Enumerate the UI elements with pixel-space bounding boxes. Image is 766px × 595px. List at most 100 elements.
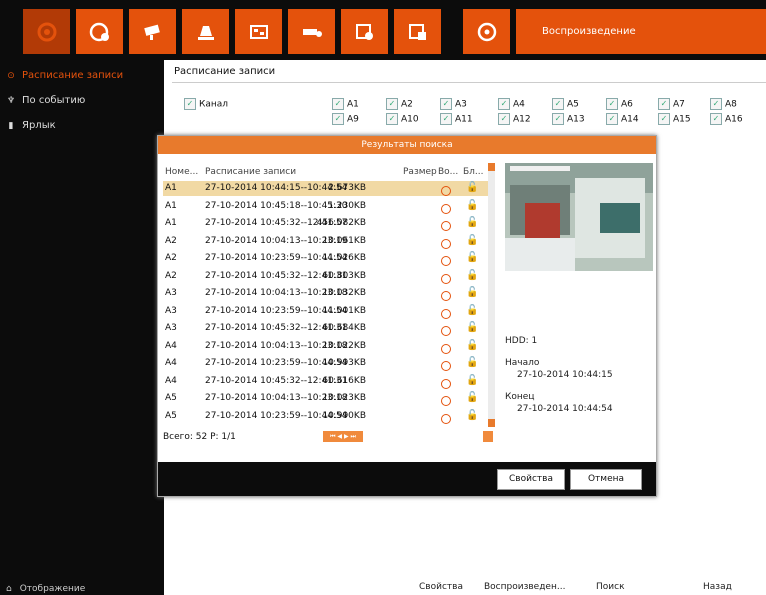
lock-icon[interactable]: 🔓	[466, 375, 478, 386]
col-number[interactable]: Номе...	[165, 167, 198, 177]
channel-checkbox[interactable]: ✓ A8	[710, 98, 737, 110]
col-schedule[interactable]: Расписание записи	[205, 167, 296, 177]
channel-all-checkbox[interactable]: ✓ Канал	[184, 98, 228, 110]
channel-checkbox[interactable]: ✓ A7	[658, 98, 685, 110]
cancel-button[interactable]: Отмена	[570, 469, 642, 490]
channel-checkbox[interactable]: ✓ A16	[710, 113, 743, 125]
row-channel: A1	[165, 183, 177, 193]
channel-label: A1	[347, 99, 359, 110]
network-icon[interactable]	[235, 9, 282, 54]
lock-icon[interactable]: 🔓	[466, 182, 478, 193]
channel-checkbox[interactable]: ✓ A12	[498, 113, 531, 125]
camera-icon[interactable]	[129, 9, 176, 54]
channel-label: A3	[455, 99, 467, 110]
channel-checkbox[interactable]: ✓ A15	[658, 113, 691, 125]
row-channel: A4	[165, 358, 177, 368]
table-row[interactable]: A4 27-10-2014 10:45:32--12:41:31 60.616KB 🔓	[163, 374, 488, 389]
table-row[interactable]: A5 27-10-2014 10:04:13--10:23:18 10.023KB 🔓	[163, 391, 488, 406]
sidebar-item-tag[interactable]: ▮ Ярлык	[6, 120, 56, 131]
check-icon: ✓	[606, 113, 618, 125]
playback-icon[interactable]	[23, 9, 70, 54]
row-size: 11.001KB	[322, 305, 366, 316]
row-channel: A3	[165, 323, 177, 333]
lock-icon[interactable]: 🔓	[466, 252, 478, 263]
lock-icon[interactable]: 🔓	[466, 270, 478, 281]
table-row[interactable]: A1 27-10-2014 10:45:18--10:45:30 1.230KB 🔓	[163, 199, 488, 214]
playback-link[interactable]: Воспроизведен...	[484, 582, 565, 592]
end-value: 27-10-2014 10:44:54	[517, 404, 613, 414]
lock-icon[interactable]: 🔓	[466, 410, 478, 421]
channel-checkbox[interactable]: ✓ A2	[386, 98, 413, 110]
channel-label: A9	[347, 114, 359, 125]
channel-label: A2	[401, 99, 413, 110]
col-lock[interactable]: Бл...	[463, 167, 484, 177]
check-icon: ✓	[606, 98, 618, 110]
search-link[interactable]: Поиск	[596, 582, 625, 592]
settings-icon[interactable]	[341, 9, 388, 54]
row-size: 10.023KB	[322, 393, 366, 403]
lock-icon[interactable]: 🔓	[466, 305, 478, 316]
channel-checkbox[interactable]: ✓ A9	[332, 113, 359, 125]
top-toolbar: Воспроизведение	[0, 0, 766, 60]
table-row[interactable]: A3 27-10-2014 10:04:13--10:23:18 10.032KB 🔓	[163, 286, 488, 301]
channel-checkbox[interactable]: ✓ A10	[386, 113, 419, 125]
sidebar-display-link[interactable]: ⌂ Отображение	[6, 584, 85, 594]
row-size: 10.061KB	[322, 235, 366, 246]
sidebar-item-schedule[interactable]: ⊙ Расписание записи	[6, 70, 123, 81]
table-row[interactable]: A1 27-10-2014 10:45:32--12:41:57 456.082KB…	[163, 216, 488, 231]
sidebar-item-event[interactable]: ♆ По событию	[6, 95, 85, 106]
check-icon: ✓	[332, 113, 344, 125]
table-row[interactable]: A3 27-10-2014 10:45:32--12:41:31 60.684KB 🔓	[163, 321, 488, 336]
pager-controls[interactable]: ⏮ ◀ ▶ ⏭	[323, 431, 363, 442]
table-row[interactable]: A4 27-10-2014 10:04:13--10:23:18 10.022KB 🔓	[163, 339, 488, 354]
display-icon[interactable]	[76, 9, 123, 54]
lock-icon[interactable]: 🔓	[466, 357, 478, 368]
hdd-icon[interactable]	[288, 9, 335, 54]
row-size: 60.616KB	[322, 375, 366, 386]
table-row[interactable]: A3 27-10-2014 10:23:59--10:44:54 11.001KB 🔓	[163, 304, 488, 319]
lock-icon[interactable]: 🔓	[466, 235, 478, 246]
scroll-down-icon[interactable]	[488, 419, 495, 427]
end-label: Конец	[505, 392, 535, 402]
col-play[interactable]: Во...	[438, 167, 458, 177]
table-row[interactable]: A1 27-10-2014 10:44:15--10:44:54 2.673KB 🔓	[163, 181, 488, 196]
properties-link[interactable]: Свойства	[419, 582, 463, 592]
check-icon: ✓	[184, 98, 196, 110]
channel-checkbox[interactable]: ✓ A3	[440, 98, 467, 110]
col-size[interactable]: Размер	[403, 167, 437, 177]
channel-checkbox[interactable]: ✓ A13	[552, 113, 585, 125]
lock-icon[interactable]: 🔓	[466, 200, 478, 211]
alarm-icon[interactable]	[182, 9, 229, 54]
channel-label: A15	[673, 114, 691, 125]
channel-checkbox[interactable]: ✓ A6	[606, 98, 633, 110]
lock-icon[interactable]: 🔓	[466, 217, 478, 228]
table-row[interactable]: A2 27-10-2014 10:04:13--10:23:19 10.061KB 🔓	[163, 234, 488, 249]
channel-checkbox[interactable]: ✓ A11	[440, 113, 473, 125]
channel-label: Канал	[199, 99, 229, 110]
check-icon: ✓	[386, 98, 398, 110]
system-icon[interactable]	[394, 9, 441, 54]
table-row[interactable]: A2 27-10-2014 10:45:32--12:41:31 60.803KB 🔓	[163, 269, 488, 284]
go-page-button[interactable]	[483, 431, 493, 442]
channel-label: A13	[567, 114, 585, 125]
table-row[interactable]: A2 27-10-2014 10:23:59--10:44:54 11.026KB 🔓	[163, 251, 488, 266]
channel-checkbox[interactable]: ✓ A5	[552, 98, 579, 110]
check-icon: ✓	[498, 113, 510, 125]
power-icon[interactable]	[463, 9, 510, 54]
row-time: 27-10-2014 10:45:18--10:45:30	[205, 200, 348, 211]
channel-label: A10	[401, 114, 419, 125]
lock-icon[interactable]: 🔓	[466, 287, 478, 298]
channel-checkbox[interactable]: ✓ A14	[606, 113, 639, 125]
back-link[interactable]: Назад	[703, 582, 732, 592]
table-row[interactable]: A5 27-10-2014 10:23:59--10:44:54 10.990KB 🔓	[163, 409, 488, 424]
channel-checkbox[interactable]: ✓ A4	[498, 98, 525, 110]
scrollbar[interactable]	[488, 163, 495, 427]
properties-button[interactable]: Свойства	[497, 469, 565, 490]
channel-checkbox[interactable]: ✓ A1	[332, 98, 359, 110]
table-row[interactable]: A4 27-10-2014 10:23:59--10:44:54 10.993KB 🔓	[163, 356, 488, 371]
lock-icon[interactable]: 🔓	[466, 322, 478, 333]
scroll-up-icon[interactable]	[488, 163, 495, 171]
lock-icon[interactable]: 🔓	[466, 340, 478, 351]
sidebar-item-label: Ярлык	[22, 120, 56, 131]
lock-icon[interactable]: 🔓	[466, 392, 478, 403]
